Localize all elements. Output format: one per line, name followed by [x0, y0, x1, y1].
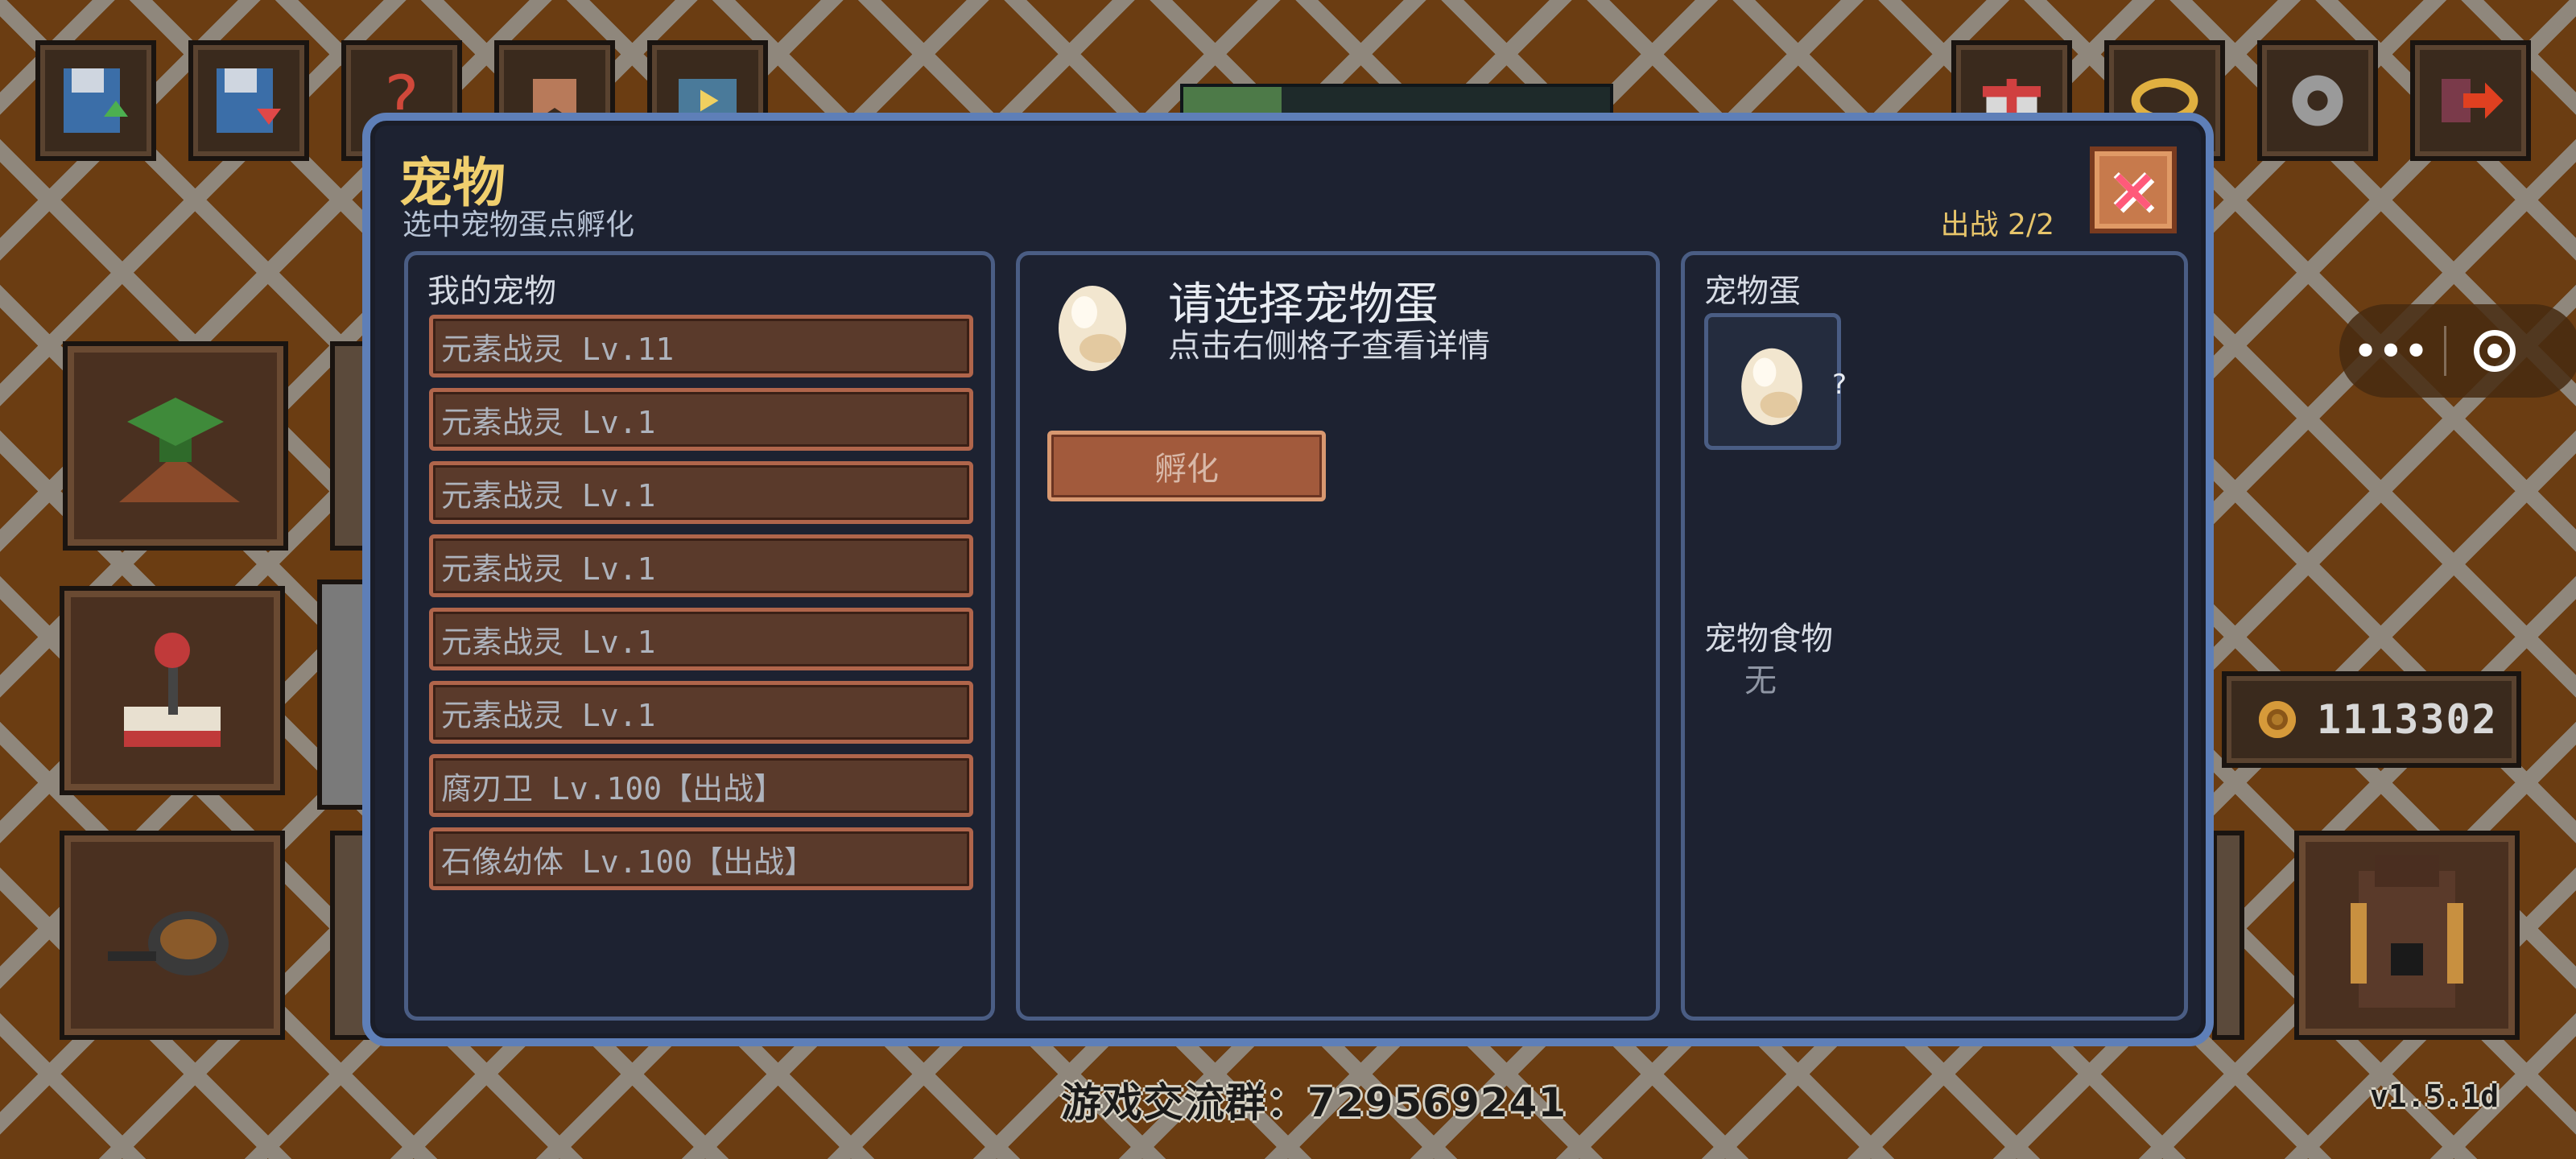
frying-pan-icon [108, 911, 229, 975]
pet-item[interactable]: 元素战灵 Lv.1 [429, 534, 973, 597]
egg-count: ? [1832, 369, 1847, 401]
egg-icon [1059, 286, 1126, 371]
exit-arrow-icon [2442, 79, 2504, 122]
backpack-icon [2351, 855, 2463, 1008]
egg-slot[interactable]: ? [1704, 313, 1847, 450]
plant-icon [119, 398, 240, 502]
my-pets-panel: 我的宠物 元素战灵 Lv.11 元素战灵 Lv.1 元素战灵 Lv.1 元素战灵… [404, 251, 995, 1021]
pet-food-value: 无 [1744, 662, 1777, 699]
pet-dialog: 宠物 选中宠物蛋点孵化 出战 2/2 × 我的宠物 元素战灵 Lv.11 元素战… [362, 113, 2214, 1046]
arcade-button[interactable] [60, 586, 285, 795]
dialog-subtitle: 选中宠物蛋点孵化 [402, 208, 635, 241]
floppy-disk-icon [64, 68, 128, 133]
settings-button[interactable] [2257, 40, 2378, 161]
close-button[interactable]: × [2090, 146, 2177, 233]
pet-item[interactable]: 元素战灵 Lv.1 [429, 388, 973, 451]
coin-amount: 1113302 [2317, 696, 2498, 743]
community-group-text: 游戏交流群：729569241 [1061, 1079, 1567, 1126]
capsule-divider [2444, 326, 2446, 376]
pet-list: 元素战灵 Lv.11 元素战灵 Lv.1 元素战灵 Lv.1 元素战灵 Lv.1… [429, 315, 973, 901]
target-icon[interactable] [2474, 330, 2516, 372]
backpack-button[interactable] [2294, 831, 2520, 1040]
save-download-button[interactable] [188, 40, 309, 161]
more-dots-icon[interactable]: ••• [2339, 329, 2444, 373]
pet-item[interactable]: 元素战灵 Lv.1 [429, 461, 973, 524]
hatch-button[interactable]: 孵化 [1047, 431, 1326, 501]
gear-icon [2292, 75, 2343, 126]
close-icon: × [2107, 154, 2159, 225]
pet-food-label: 宠物食物 [1704, 621, 1833, 658]
exit-button[interactable] [2410, 40, 2531, 161]
hidden-tile[interactable] [2212, 831, 2244, 1040]
pet-item[interactable]: 石像幼体 Lv.100【出战】 [429, 827, 973, 890]
detail-subtitle: 点击右侧格子查看详情 [1168, 328, 1490, 365]
my-pets-label: 我的宠物 [427, 273, 556, 310]
pet-item[interactable]: 元素战灵 Lv.11 [429, 315, 973, 377]
eggs-panel: 宠物蛋 ? 宠物食物 无 [1681, 251, 2188, 1021]
mini-program-capsule[interactable]: ••• [2339, 304, 2576, 398]
floppy-disk-icon [217, 68, 281, 133]
coin-icon [2259, 701, 2296, 738]
farm-button[interactable] [63, 341, 288, 551]
eggs-label: 宠物蛋 [1704, 273, 1801, 310]
deploy-status: 出战 2/2 [1940, 208, 2054, 241]
coin-counter: 1113302 [2222, 671, 2521, 768]
save-upload-button[interactable] [35, 40, 156, 161]
version-label: v1.5.1d [2370, 1079, 2500, 1114]
egg-detail-panel: 请选择宠物蛋 点击右侧格子查看详情 孵化 [1016, 251, 1660, 1021]
pet-item[interactable]: 腐刃卫 Lv.100【出战】 [429, 754, 973, 817]
cooking-button[interactable] [60, 831, 285, 1040]
joystick-icon [124, 633, 221, 747]
pet-item[interactable]: 元素战灵 Lv.1 [429, 681, 973, 744]
egg-icon [1741, 348, 1802, 426]
pet-item[interactable]: 元素战灵 Lv.1 [429, 608, 973, 670]
